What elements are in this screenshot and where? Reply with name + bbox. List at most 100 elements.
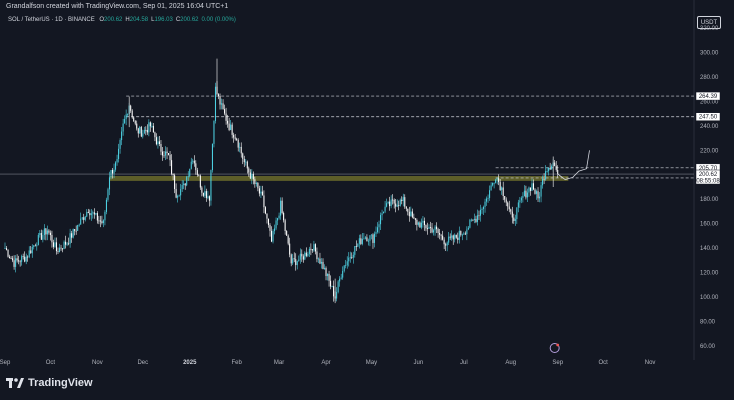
candle-body [78,224,80,226]
candle-body [492,183,494,186]
candle-body [110,169,112,178]
candle-body [302,256,304,260]
candle-body [177,195,179,198]
candle-body [449,236,451,238]
candle-body [7,249,9,257]
candle-body [336,291,338,299]
candle-body [234,137,236,139]
y-tick-label: 140.00 [700,246,719,252]
candle-body [429,227,432,228]
candle-body [404,197,406,207]
candle-body [278,215,280,219]
candle-body [342,270,344,278]
price-chart[interactable]: 60.00 80.00 100.00 120.00 140.00 160.00 180.00… [0,0,734,400]
candle-body [66,243,68,245]
candle-body [364,237,366,239]
candle-body [208,196,210,201]
candle-body [454,234,456,240]
candle-body [327,273,329,276]
candle-body [463,233,465,235]
candle-body [484,201,486,207]
candle-body [495,179,497,183]
x-tick-label: Mar [274,360,284,366]
candle-body [249,172,251,179]
candle-body [319,258,321,264]
candle-body [482,206,485,209]
x-tick-label: Sep [0,360,11,366]
candle-body [178,195,180,197]
candle-body [514,219,516,221]
candle-body [369,235,371,241]
candle-body [455,234,457,238]
candle-body [313,244,315,251]
candle-body [49,232,51,236]
x-tick-label: Aug [505,360,516,366]
candle-body [539,196,541,199]
candle-body [520,197,522,201]
candle-body [152,125,154,133]
candle-body [446,242,448,246]
candle-body [183,183,185,185]
candle-body [118,148,120,160]
candle-body [513,217,515,221]
candle-body [304,252,306,260]
candle-body [543,178,545,180]
candle-body [511,211,513,218]
candle-body [425,225,427,229]
candle-body [131,110,133,118]
candle-body [526,192,528,198]
candle-body [201,187,203,193]
candle-body [281,200,283,214]
candle-body [172,173,174,176]
candle-body [164,151,167,156]
candle-body [460,230,462,235]
candle-body [214,86,217,121]
candle-body [519,200,521,203]
candle-body [225,113,227,121]
candle-body [42,235,44,240]
candle-body [373,233,376,243]
candle-body [58,247,61,252]
candle-body [555,166,557,170]
candle-body [305,252,307,256]
candle-body [433,230,435,233]
candle-body [277,218,279,221]
candle-body [124,119,126,124]
candle-body [370,234,372,236]
candle-body [15,258,17,267]
candle-body [228,123,230,131]
x-tick-label: Apr [321,360,330,366]
candle-body [280,200,282,216]
candle-body [355,246,357,247]
candle-body [140,126,142,137]
candle-body [328,273,330,281]
event-dot-icon [556,343,560,347]
candle-body [283,213,285,221]
candle-body [151,125,153,127]
candle-body [96,213,98,221]
candle-body [25,256,27,262]
candle-body [286,231,288,236]
candle-body [522,196,524,198]
candle-body [469,219,471,228]
candle-body [284,220,286,232]
candle-body [266,213,268,219]
candle-body [40,233,42,240]
x-tick-label: Nov [645,360,656,366]
candle-body [535,191,538,194]
candle-body [189,168,191,177]
candle-body [93,212,95,215]
candle-body [5,248,8,250]
candle-body [434,226,436,231]
candle-body [401,199,403,201]
candle-body [12,258,14,261]
y-tick-label: 100.00 [700,295,719,301]
y-tick-label: 160.00 [700,222,719,228]
candle-body [407,208,409,212]
candle-body [542,178,544,186]
candle-body [237,140,239,148]
candle-body [211,143,213,171]
candle-body [467,227,469,230]
candle-body [104,211,106,221]
candle-body [171,160,173,174]
